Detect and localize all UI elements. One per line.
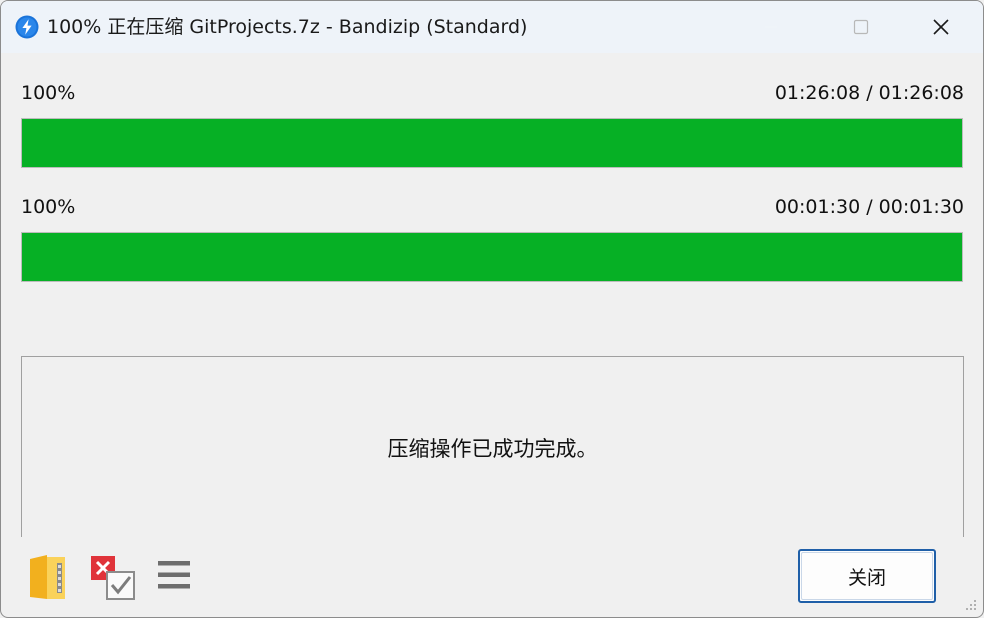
resize-grip-icon[interactable] [965,599,977,611]
menu-icon [158,561,190,589]
overall-progress-time: 01:26:08 / 01:26:08 [774,82,964,104]
status-message-panel: 压缩操作已成功完成。 [21,356,964,537]
close-button[interactable]: 关闭 [798,549,936,603]
minimize-icon [765,26,777,28]
file-progress-fill [22,233,962,281]
bandizip-progress-window: 100% 正在压缩 GitProjects.7z - Bandizip (Sta… [0,0,984,618]
overall-progress-percent: 100% [21,82,76,104]
menu-button[interactable] [157,559,191,595]
window-title: 100% 正在压缩 GitProjects.7z - Bandizip (Sta… [47,16,528,38]
close-window-button[interactable] [911,1,971,53]
maximize-button[interactable] [831,1,891,53]
bandizip-logo-icon [15,15,39,39]
close-when-done-toggle[interactable] [90,555,136,605]
file-progress-time: 00:01:30 / 00:01:30 [774,196,964,218]
maximize-icon [853,19,869,35]
overall-progress-bar [21,118,963,168]
status-message: 压缩操作已成功完成。 [387,437,598,461]
close-icon [933,19,949,35]
file-progress-bar [21,232,963,282]
close-when-done-checkbox-icon [91,556,135,600]
title-bar[interactable]: 100% 正在压缩 GitProjects.7z - Bandizip (Sta… [1,1,983,53]
file-progress-percent: 100% [21,196,76,218]
open-archive-folder-button[interactable] [27,553,71,605]
overall-progress-fill [22,119,962,167]
open-archive-folder-icon [30,555,65,599]
minimize-button[interactable] [741,1,801,53]
